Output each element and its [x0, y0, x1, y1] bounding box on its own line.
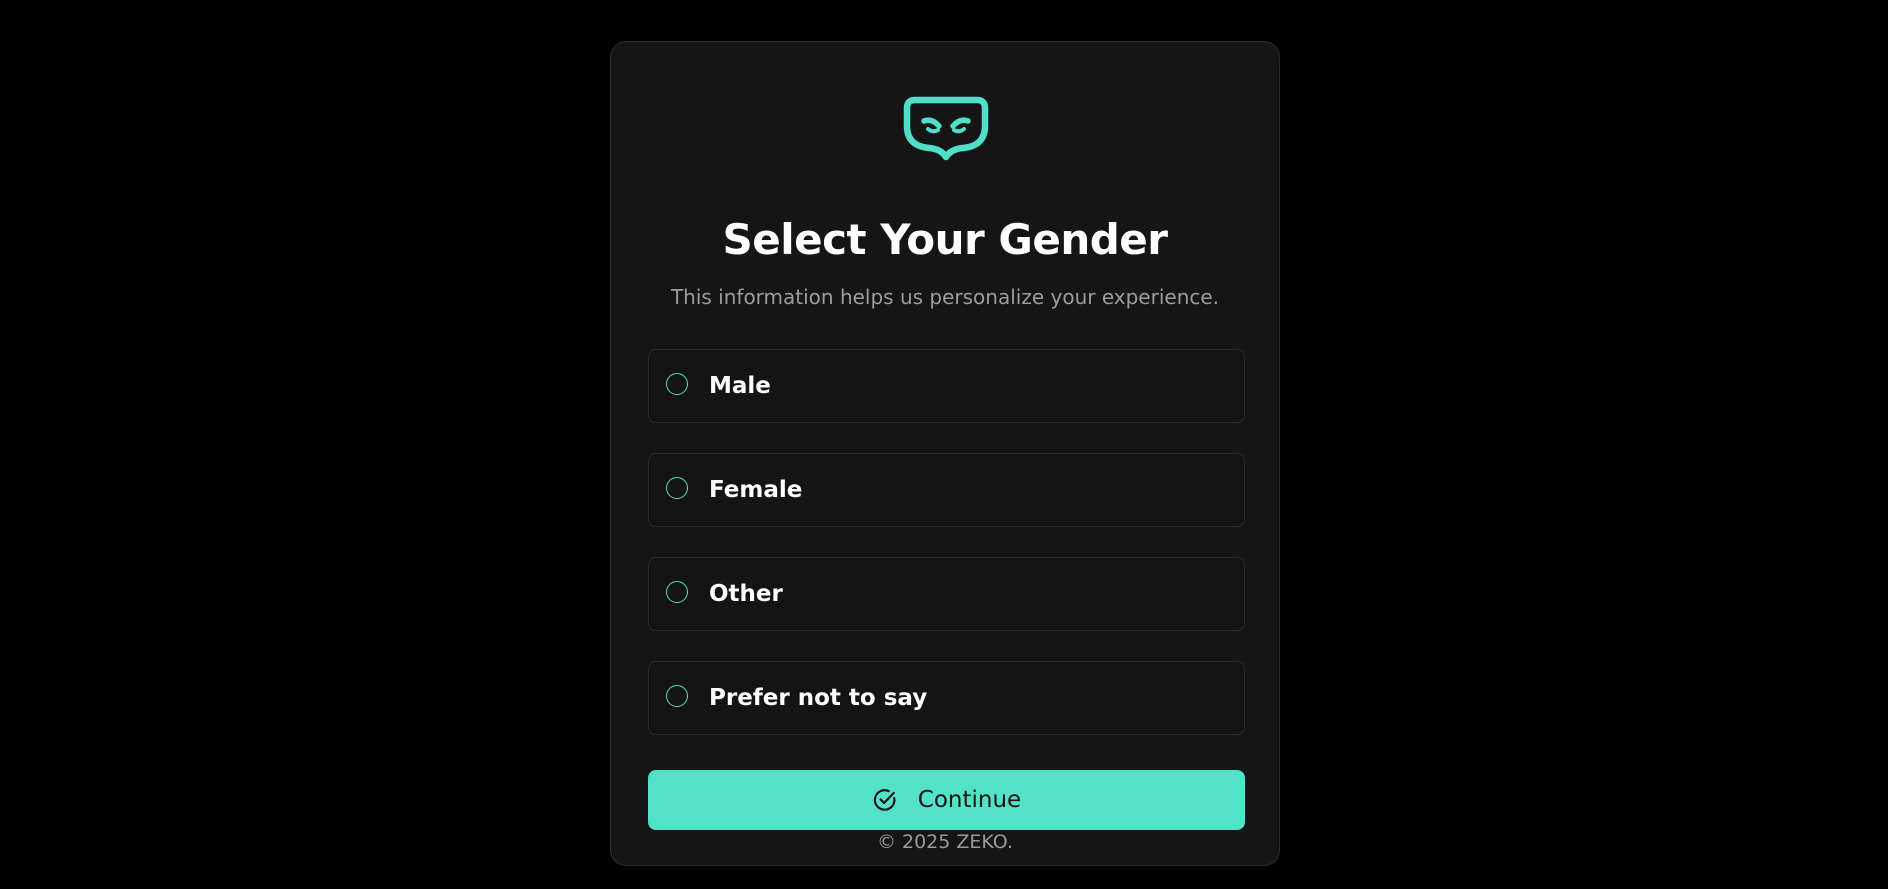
option-male[interactable]: Male	[648, 349, 1245, 423]
radio-button-prefer-not-to-say[interactable]	[666, 685, 688, 707]
gender-options: Male Female Other Prefer not to say	[648, 349, 1245, 765]
continue-button-label: Continue	[917, 787, 1022, 813]
option-other[interactable]: Other	[648, 557, 1245, 631]
option-female[interactable]: Female	[648, 453, 1245, 527]
check-circle-icon	[872, 787, 898, 813]
page-subtitle: This information helps us personalize yo…	[670, 285, 1220, 309]
option-label: Other	[709, 581, 783, 607]
option-label: Female	[709, 477, 803, 503]
option-label: Prefer not to say	[709, 685, 928, 711]
copyright-footer: © 2025 ZEKO.	[876, 831, 1014, 853]
continue-button[interactable]: Continue	[648, 770, 1245, 830]
mask-icon	[901, 94, 991, 162]
page-title: Select Your Gender	[722, 215, 1168, 264]
option-label: Male	[709, 373, 771, 399]
radio-button-female[interactable]	[666, 477, 688, 499]
gender-selection-card: Select Your Gender This information help…	[610, 41, 1280, 866]
radio-button-other[interactable]	[666, 581, 688, 603]
option-prefer-not-to-say[interactable]: Prefer not to say	[648, 661, 1245, 735]
radio-button-male[interactable]	[666, 373, 688, 395]
